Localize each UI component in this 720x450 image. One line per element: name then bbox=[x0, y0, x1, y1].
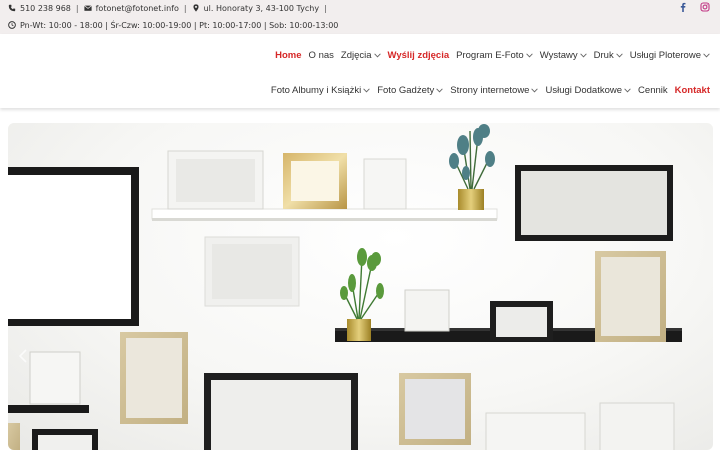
nav-item-strony-internetowe[interactable]: Strony internetowe bbox=[450, 85, 539, 96]
nav-item-foto-albumy-i-ksiazki[interactable]: Foto Albumy i Książki bbox=[271, 85, 370, 96]
chevron-down-icon bbox=[525, 53, 533, 58]
top-bar: 510 238 968 | fotonet@fotonet.info | ul.… bbox=[0, 0, 720, 34]
site-header: Home O nas Zdjęcia Wyślij zdjęcia Program E-… bbox=[0, 34, 720, 108]
nav-item-program-e-foto[interactable]: Program E-Foto bbox=[456, 50, 533, 61]
instagram-icon[interactable] bbox=[700, 2, 710, 12]
nav-item-uslugi-dodatkowe[interactable]: Usługi Dodatkowe bbox=[545, 85, 631, 96]
envelope-icon bbox=[83, 4, 92, 12]
nav-item-label: Foto Gadżety bbox=[377, 85, 435, 96]
nav-item-label: Druk bbox=[593, 50, 614, 61]
nav-item-druk[interactable]: Druk bbox=[594, 50, 623, 61]
nav-item-label: Foto Albumy i Książki bbox=[270, 85, 362, 96]
chevron-down-icon bbox=[703, 53, 710, 58]
nav-item-wyslij-zdjecia[interactable]: Wyślij zdjęcia bbox=[388, 50, 450, 61]
nav-item-label: Usługi Dodatkowe bbox=[545, 85, 623, 96]
nav-item-foto-gadzety[interactable]: Foto Gadżety bbox=[377, 85, 443, 96]
nav-item-label: Wyślij zdjęcia bbox=[387, 50, 450, 61]
nav-item-cennik[interactable]: Cennik bbox=[638, 85, 668, 96]
nav-item-label: Wystawy bbox=[539, 50, 578, 61]
main-nav-row-2: Foto Albumy i Książki Foto Gadżety Strony … bbox=[271, 85, 710, 96]
nav-item-wystawy[interactable]: Wystawy bbox=[540, 50, 587, 61]
nav-item-home[interactable]: Home bbox=[275, 50, 301, 61]
chevron-left-icon[interactable] bbox=[18, 349, 28, 363]
nav-item-label: O nas bbox=[308, 50, 334, 61]
nav-item-label: Kontakt bbox=[674, 85, 710, 96]
contact-line: 510 238 968 | fotonet@fotonet.info | ul.… bbox=[8, 1, 332, 15]
clock-icon bbox=[8, 21, 16, 29]
nav-item-label: Home bbox=[275, 50, 302, 61]
chevron-down-icon bbox=[373, 53, 381, 58]
nav-item-label: Cennik bbox=[638, 85, 668, 96]
nav-item-kontakt[interactable]: Kontakt bbox=[675, 85, 710, 96]
facebook-icon[interactable] bbox=[678, 2, 688, 12]
chevron-down-icon bbox=[436, 88, 443, 93]
opening-hours: Pn-Wt: 10:00 - 18:00 | Śr-Czw: 10:00-19:… bbox=[20, 20, 339, 30]
address-text: ul. Honoraty 3, 43-100 Tychy bbox=[203, 3, 320, 13]
phone-icon bbox=[8, 4, 16, 12]
main-nav-row-1: Home O nas Zdjęcia Wyślij zdjęcia Program E-… bbox=[275, 50, 710, 61]
chevron-down-icon bbox=[363, 88, 370, 93]
hero-slider[interactable] bbox=[8, 123, 713, 450]
chevron-down-icon bbox=[579, 53, 587, 58]
chevron-down-icon bbox=[624, 88, 631, 93]
nav-item-uslugi-ploterowe[interactable]: Usługi Ploterowe bbox=[630, 50, 710, 61]
nav-item-label: Zdjęcia bbox=[340, 50, 372, 61]
hours-line: Pn-Wt: 10:00 - 18:00 | Śr-Czw: 10:00-19:… bbox=[8, 18, 338, 32]
nav-item-label: Program E-Foto bbox=[456, 50, 524, 61]
nav-item-label: Strony internetowe bbox=[450, 85, 530, 96]
phone-number[interactable]: 510 238 968 bbox=[20, 4, 71, 13]
chevron-down-icon bbox=[531, 88, 539, 93]
email-link[interactable]: fotonet@fotonet.info bbox=[96, 4, 179, 13]
nav-item-zdjecia[interactable]: Zdjęcia bbox=[341, 50, 381, 61]
hero-image bbox=[8, 124, 682, 450]
social-links bbox=[678, 2, 710, 12]
nav-item-o-nas[interactable]: O nas bbox=[309, 50, 334, 61]
chevron-down-icon bbox=[615, 53, 623, 58]
map-marker-icon bbox=[192, 4, 200, 12]
nav-item-label: Usługi Ploterowe bbox=[629, 50, 701, 61]
